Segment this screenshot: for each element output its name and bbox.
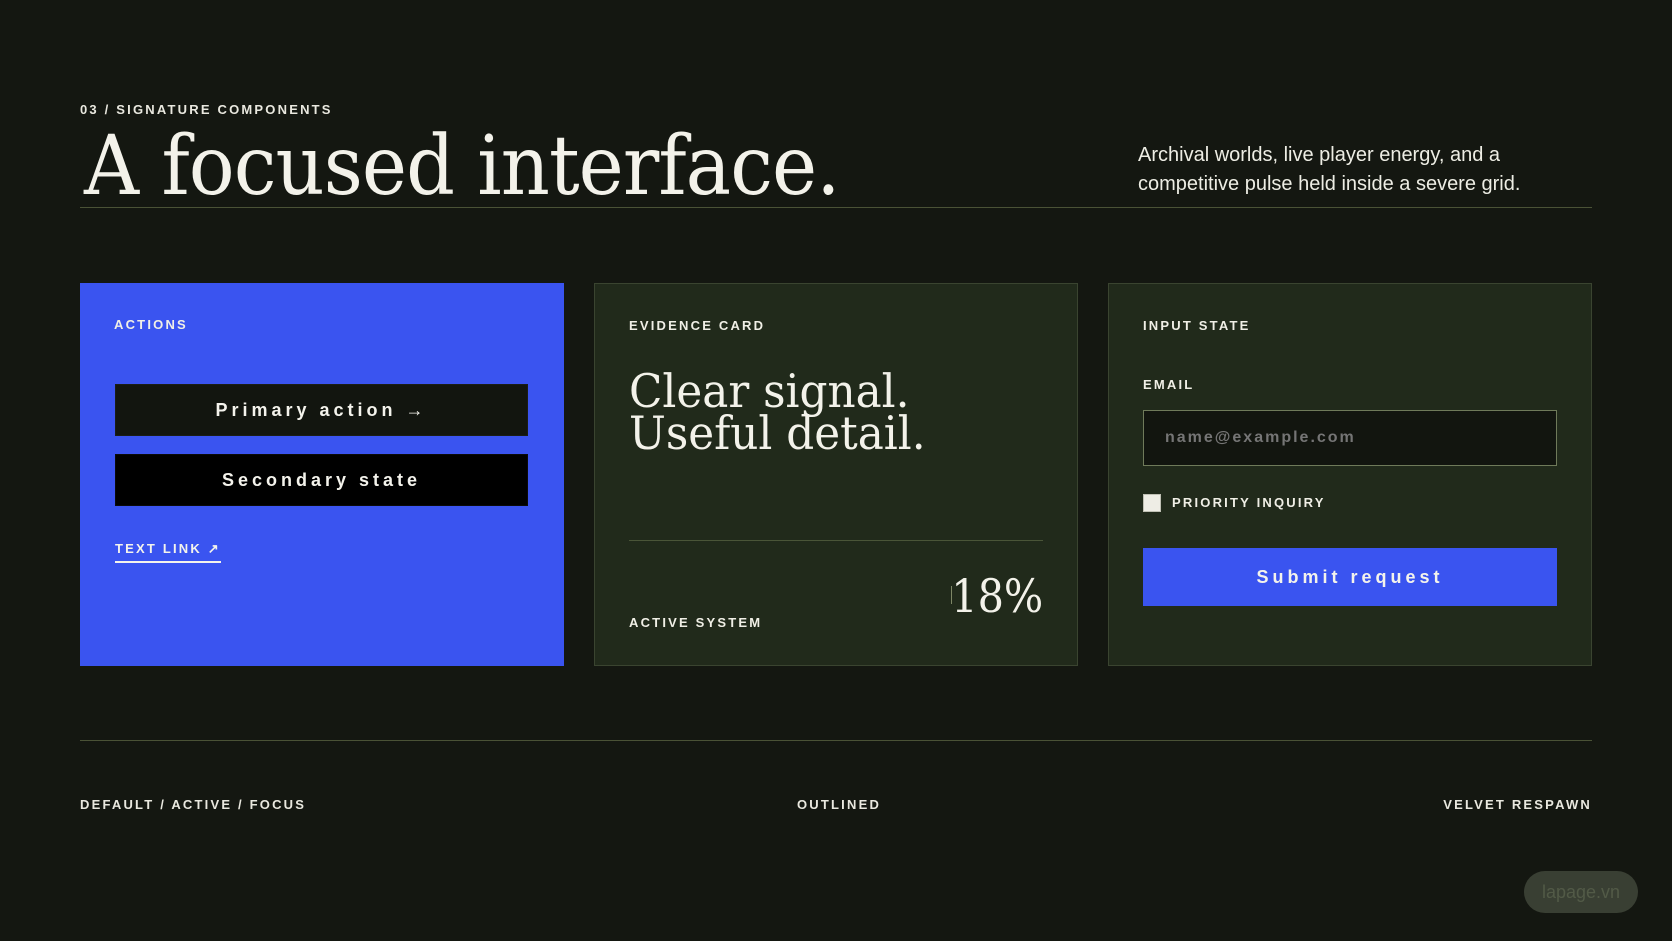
page-title: A focused interface. [84, 119, 840, 214]
evidence-divider [629, 540, 1043, 541]
secondary-state-button[interactable]: Secondary state [115, 454, 528, 506]
input-state-card: INPUT STATE EMAIL PRIORITY INQUIRY Submi… [1108, 283, 1592, 666]
email-field[interactable] [1143, 410, 1557, 466]
header-divider [80, 207, 1592, 208]
priority-inquiry-label: PRIORITY INQUIRY [1172, 495, 1326, 510]
footer-divider [80, 740, 1592, 741]
actions-card: ACTIONS Primary action → Secondary state… [80, 283, 564, 666]
evidence-metric-value: 18% [950, 569, 1043, 623]
evidence-card-label: EVIDENCE CARD [629, 318, 766, 333]
primary-action-button[interactable]: Primary action → [115, 384, 528, 436]
evidence-headline: Clear signal. Useful detail. [629, 368, 926, 460]
page: 03 / SIGNATURE COMPONENTS A focused inte… [0, 0, 1672, 941]
evidence-card: EVIDENCE CARD Clear signal. Useful detai… [594, 283, 1078, 666]
email-field-label: EMAIL [1143, 377, 1195, 392]
footer-outlined-label: OUTLINED [797, 797, 882, 812]
evidence-headline-line2: Useful detail. [629, 406, 926, 460]
watermark-badge: lapage.vn [1524, 871, 1638, 913]
intro-text: Archival worlds, live player energy, and… [1138, 144, 1521, 195]
evidence-status-label: ACTIVE SYSTEM [629, 615, 763, 630]
text-link[interactable]: TEXT LINK ↗ [115, 541, 221, 563]
footer-states-label: DEFAULT / ACTIVE / FOCUS [80, 797, 307, 812]
submit-request-button[interactable]: Submit request [1143, 548, 1557, 606]
input-card-label: INPUT STATE [1143, 318, 1251, 333]
section-eyebrow: 03 / SIGNATURE COMPONENTS [80, 102, 333, 117]
priority-inquiry-checkbox[interactable] [1143, 494, 1161, 512]
actions-card-label: ACTIONS [114, 317, 188, 332]
footer-brand-label: VELVET RESPAWN [1443, 797, 1592, 812]
